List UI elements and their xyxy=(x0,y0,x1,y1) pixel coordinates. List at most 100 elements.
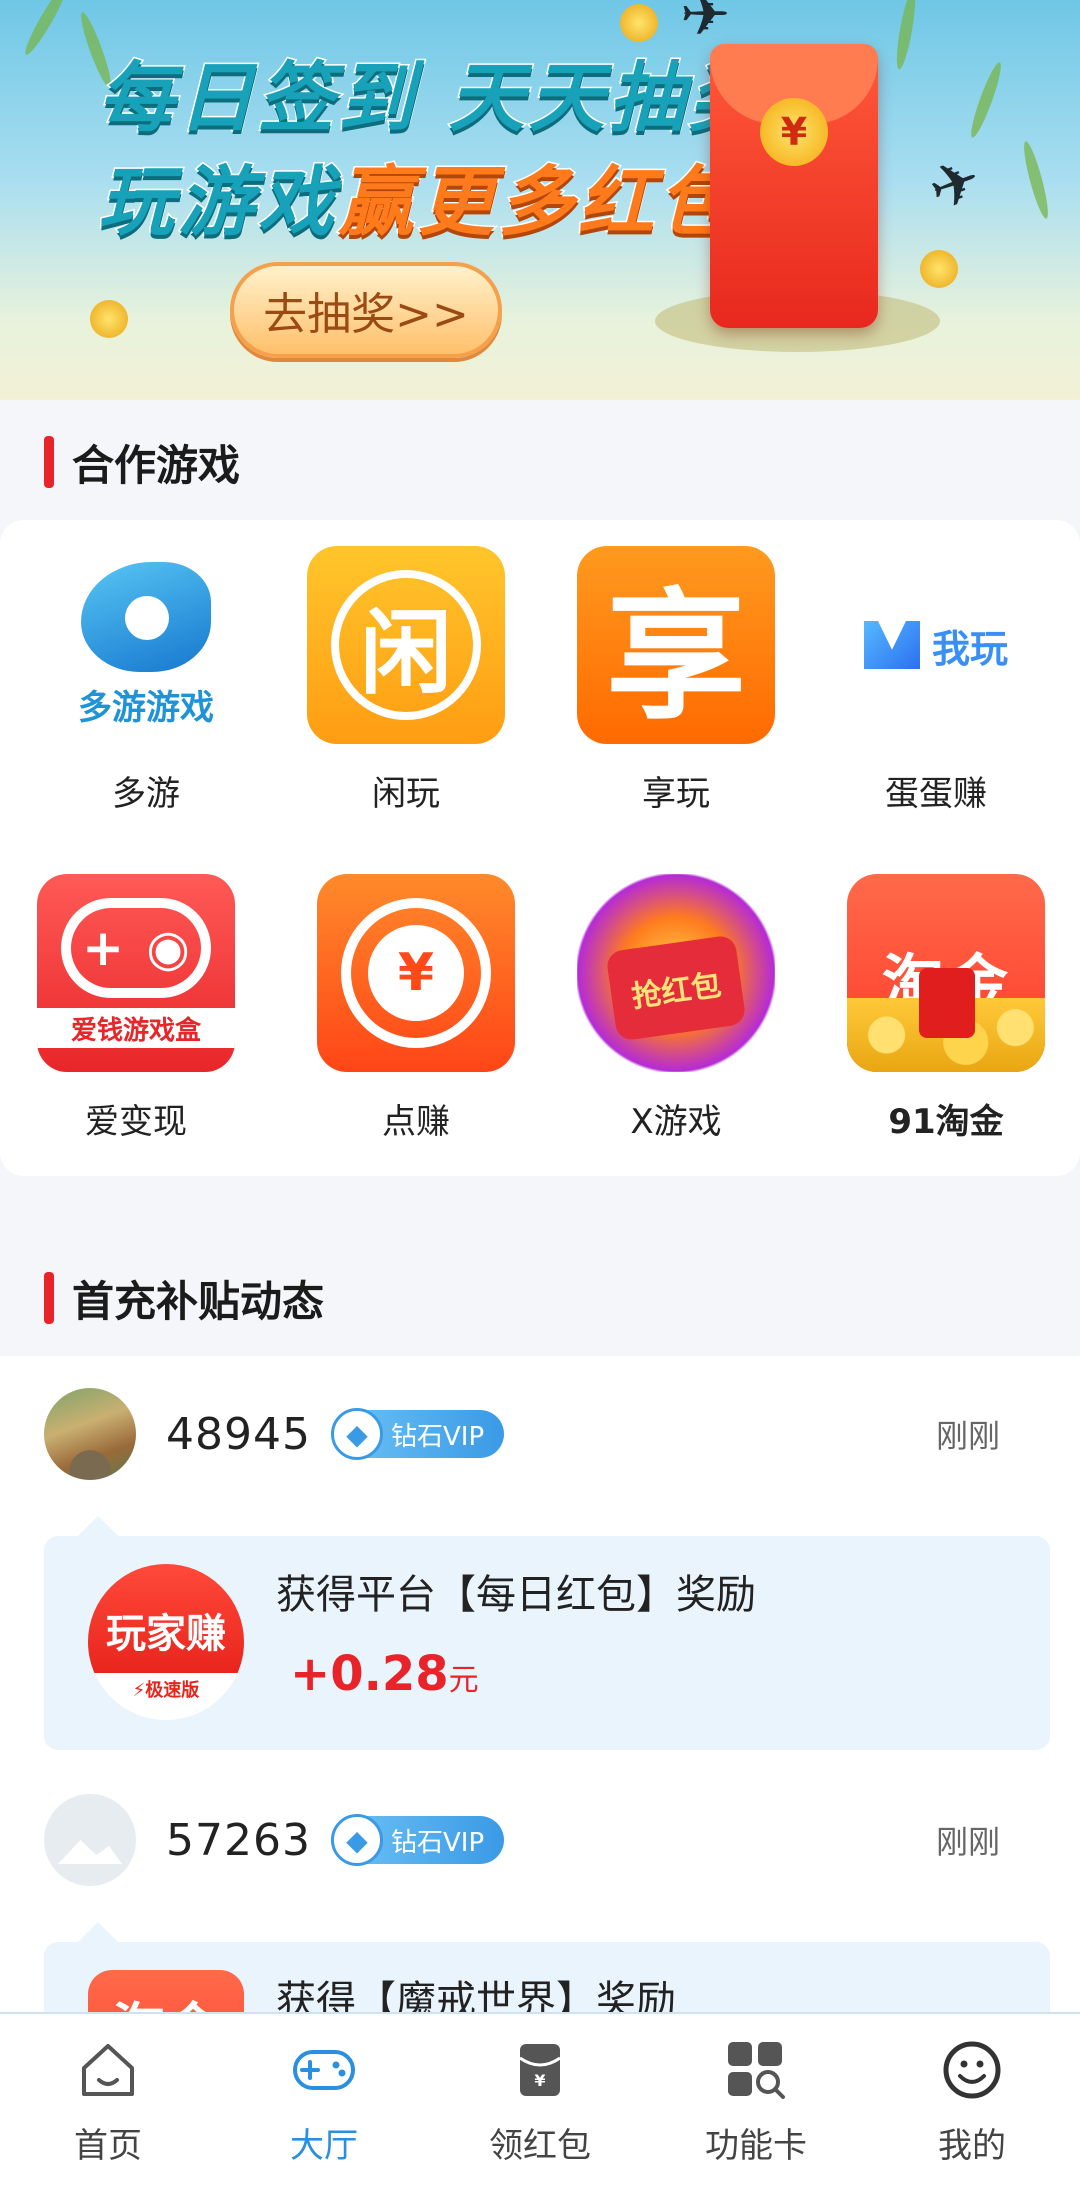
gold-coin-icon xyxy=(620,4,658,42)
tab-hall[interactable]: 大厅 xyxy=(216,2014,432,2212)
partner-games-grid: 多游游戏 多游 闲 闲玩 享 享玩 我玩 蛋蛋赚 + ◉ 爱钱游戏盒 爱变现 ¥… xyxy=(0,520,1080,1176)
hongbao-icon-text: 抢红包 xyxy=(605,934,747,1042)
reward-message: 获得平台【每日红包】奖励 xyxy=(276,1572,756,1618)
page: 每日签到 天天抽奖 玩游戏赢更多红包 去抽奖>> ¥ ✈ ✈ 合作游戏 多游游戏… xyxy=(0,0,1080,2212)
wowan-logo-mark xyxy=(863,621,920,669)
vip-badge-label: 钻石VIP xyxy=(390,1827,485,1858)
taojin-icon: 淘金 xyxy=(847,874,1045,1072)
promo-banner[interactable]: 每日签到 天天抽奖 玩游戏赢更多红包 去抽奖>> ¥ ✈ ✈ xyxy=(0,0,1080,400)
feed-item-header: 48945 ◆ 钻石VIP 刚刚 xyxy=(44,1386,1044,1482)
avatar xyxy=(44,1794,136,1886)
game-item-xiangwan[interactable]: 享 享玩 xyxy=(576,546,776,815)
game-item-danzhuan[interactable]: 我玩 蛋蛋赚 xyxy=(836,546,1036,815)
logo-text: 玩家赚 xyxy=(106,1611,226,1657)
tab-label: 大厅 xyxy=(290,2126,358,2166)
willow-leaf xyxy=(966,60,1006,140)
reward-amount-value: +0.28 xyxy=(290,1646,449,1702)
vip-badge-label: 钻石VIP xyxy=(390,1421,485,1452)
banner-headline: 每日签到 天天抽奖 xyxy=(96,52,769,144)
user-id: 48945 xyxy=(166,1408,311,1460)
game-item-duoyou[interactable]: 多游游戏 多游 xyxy=(46,546,246,815)
dianzhuan-icon: ¥ xyxy=(317,874,515,1072)
coin-ring-icon: ¥ xyxy=(341,898,491,1048)
game-item-dianzhuan[interactable]: ¥ 点赚 xyxy=(316,874,516,1143)
game-item-aibianxian[interactable]: + ◉ 爱钱游戏盒 爱变现 xyxy=(36,874,236,1143)
game-label: 享玩 xyxy=(642,774,710,814)
games-section-title-text: 合作游戏 xyxy=(72,440,241,490)
feed-section-title-text: 首充补贴动态 xyxy=(72,1276,325,1326)
reward-amount: +0.28元 xyxy=(290,1646,479,1702)
vip-badge: ◆ 钻石VIP xyxy=(330,1408,505,1460)
reward-amount-unit: 元 xyxy=(448,1663,479,1698)
yuan-coin-icon: ¥ xyxy=(760,98,828,166)
game-item-xianwan[interactable]: 闲 闲玩 xyxy=(306,546,506,815)
tab-me[interactable]: 我的 xyxy=(864,2014,1080,2212)
smiley-icon xyxy=(940,2038,1004,2102)
gamepad-icon: + ◉ xyxy=(61,898,211,998)
tab-label: 领红包 xyxy=(489,2126,591,2166)
timestamp: 刚刚 xyxy=(935,1823,1000,1861)
avatar xyxy=(44,1388,136,1480)
aibianxian-icon: + ◉ 爱钱游戏盒 xyxy=(37,874,235,1072)
grid-search-icon xyxy=(724,2038,788,2102)
user-id: 57263 xyxy=(166,1814,311,1866)
wowan-icon-text: 我玩 xyxy=(931,626,1008,671)
bottom-tab-bar: 首页 大厅 ¥ 领红包 功能卡 我的 xyxy=(0,2012,1080,2212)
tab-red-envelope[interactable]: ¥ 领红包 xyxy=(432,2014,648,2212)
banner-subheadline-part2: 赢更多红包 xyxy=(337,156,738,248)
red-envelope-icon: ¥ xyxy=(508,2038,572,2102)
game-label: 91淘金 xyxy=(888,1102,1004,1142)
gold-coin-icon xyxy=(90,300,128,338)
willow-leaf xyxy=(20,0,72,58)
xiangwan-icon-glyph: 享 xyxy=(605,576,746,739)
gold-coin-icon xyxy=(920,250,958,288)
duoyou-icon: 多游游戏 xyxy=(47,546,245,744)
draw-lottery-button[interactable]: 去抽奖>> xyxy=(230,262,502,358)
dolphin-icon xyxy=(81,561,211,672)
logo-subtext: ⚡极速版 xyxy=(132,1680,200,1701)
timestamp: 刚刚 xyxy=(935,1417,1000,1455)
reward-bubble: 玩家赚 ⚡极速版 获得平台【每日红包】奖励 +0.28元 xyxy=(44,1516,1050,1750)
duoyou-icon-text: 多游游戏 xyxy=(78,687,214,728)
banner-subheadline: 玩游戏赢更多红包 xyxy=(97,140,738,250)
game-label: 点赚 xyxy=(382,1102,450,1142)
diamond-icon: ◆ xyxy=(330,1408,383,1460)
swallow-icon: ✈ xyxy=(919,143,991,227)
wowan-icon: 我玩 xyxy=(837,546,1035,744)
aibianxian-icon-text: 爱钱游戏盒 xyxy=(37,1008,235,1048)
red-envelope-icon xyxy=(919,968,975,1038)
tab-label: 首页 xyxy=(74,2126,142,2166)
yuan-coin-icon: ¥ xyxy=(368,925,464,1021)
home-icon xyxy=(76,2038,140,2102)
hongbao-icon: 抢红包 xyxy=(577,874,775,1072)
vip-badge: ◆ 钻石VIP xyxy=(330,1814,505,1866)
game-label: 蛋蛋赚 xyxy=(885,774,987,814)
banner-subheadline-part1: 玩游戏 xyxy=(97,156,338,248)
feed-section-title: 首充补贴动态 xyxy=(44,1270,324,1326)
game-label: 多游 xyxy=(112,774,180,814)
game-item-xyouxi[interactable]: 抢红包 X游戏 xyxy=(576,874,776,1143)
tab-home[interactable]: 首页 xyxy=(0,2014,216,2212)
xianwan-icon-glyph: 闲 xyxy=(331,570,481,720)
swallow-icon: ✈ xyxy=(680,0,731,50)
tab-label: 我的 xyxy=(938,2126,1006,2166)
feed-item-header: 57263 ◆ 钻石VIP 刚刚 xyxy=(44,1792,1044,1888)
game-label: 爱变现 xyxy=(85,1102,187,1142)
willow-leaf xyxy=(893,0,919,71)
game-label: X游戏 xyxy=(630,1102,722,1142)
xianwan-icon: 闲 xyxy=(307,546,505,744)
red-envelope-illustration: ¥ xyxy=(710,44,878,328)
games-section-title: 合作游戏 xyxy=(44,434,240,490)
game-item-taojin[interactable]: 淘金 91淘金 xyxy=(846,874,1046,1143)
title-accent-bar xyxy=(44,1272,54,1324)
gamepad-icon xyxy=(292,2038,356,2102)
tab-label: 功能卡 xyxy=(705,2126,807,2166)
diamond-icon: ◆ xyxy=(330,1814,383,1866)
xiangwan-icon: 享 xyxy=(577,546,775,744)
wanjiazhuan-logo: 玩家赚 ⚡极速版 xyxy=(88,1564,244,1720)
willow-leaf xyxy=(1019,139,1053,221)
tab-function-card[interactable]: 功能卡 xyxy=(648,2014,864,2212)
game-label: 闲玩 xyxy=(372,774,440,814)
svg-text:¥: ¥ xyxy=(534,2071,545,2090)
title-accent-bar xyxy=(44,436,54,488)
